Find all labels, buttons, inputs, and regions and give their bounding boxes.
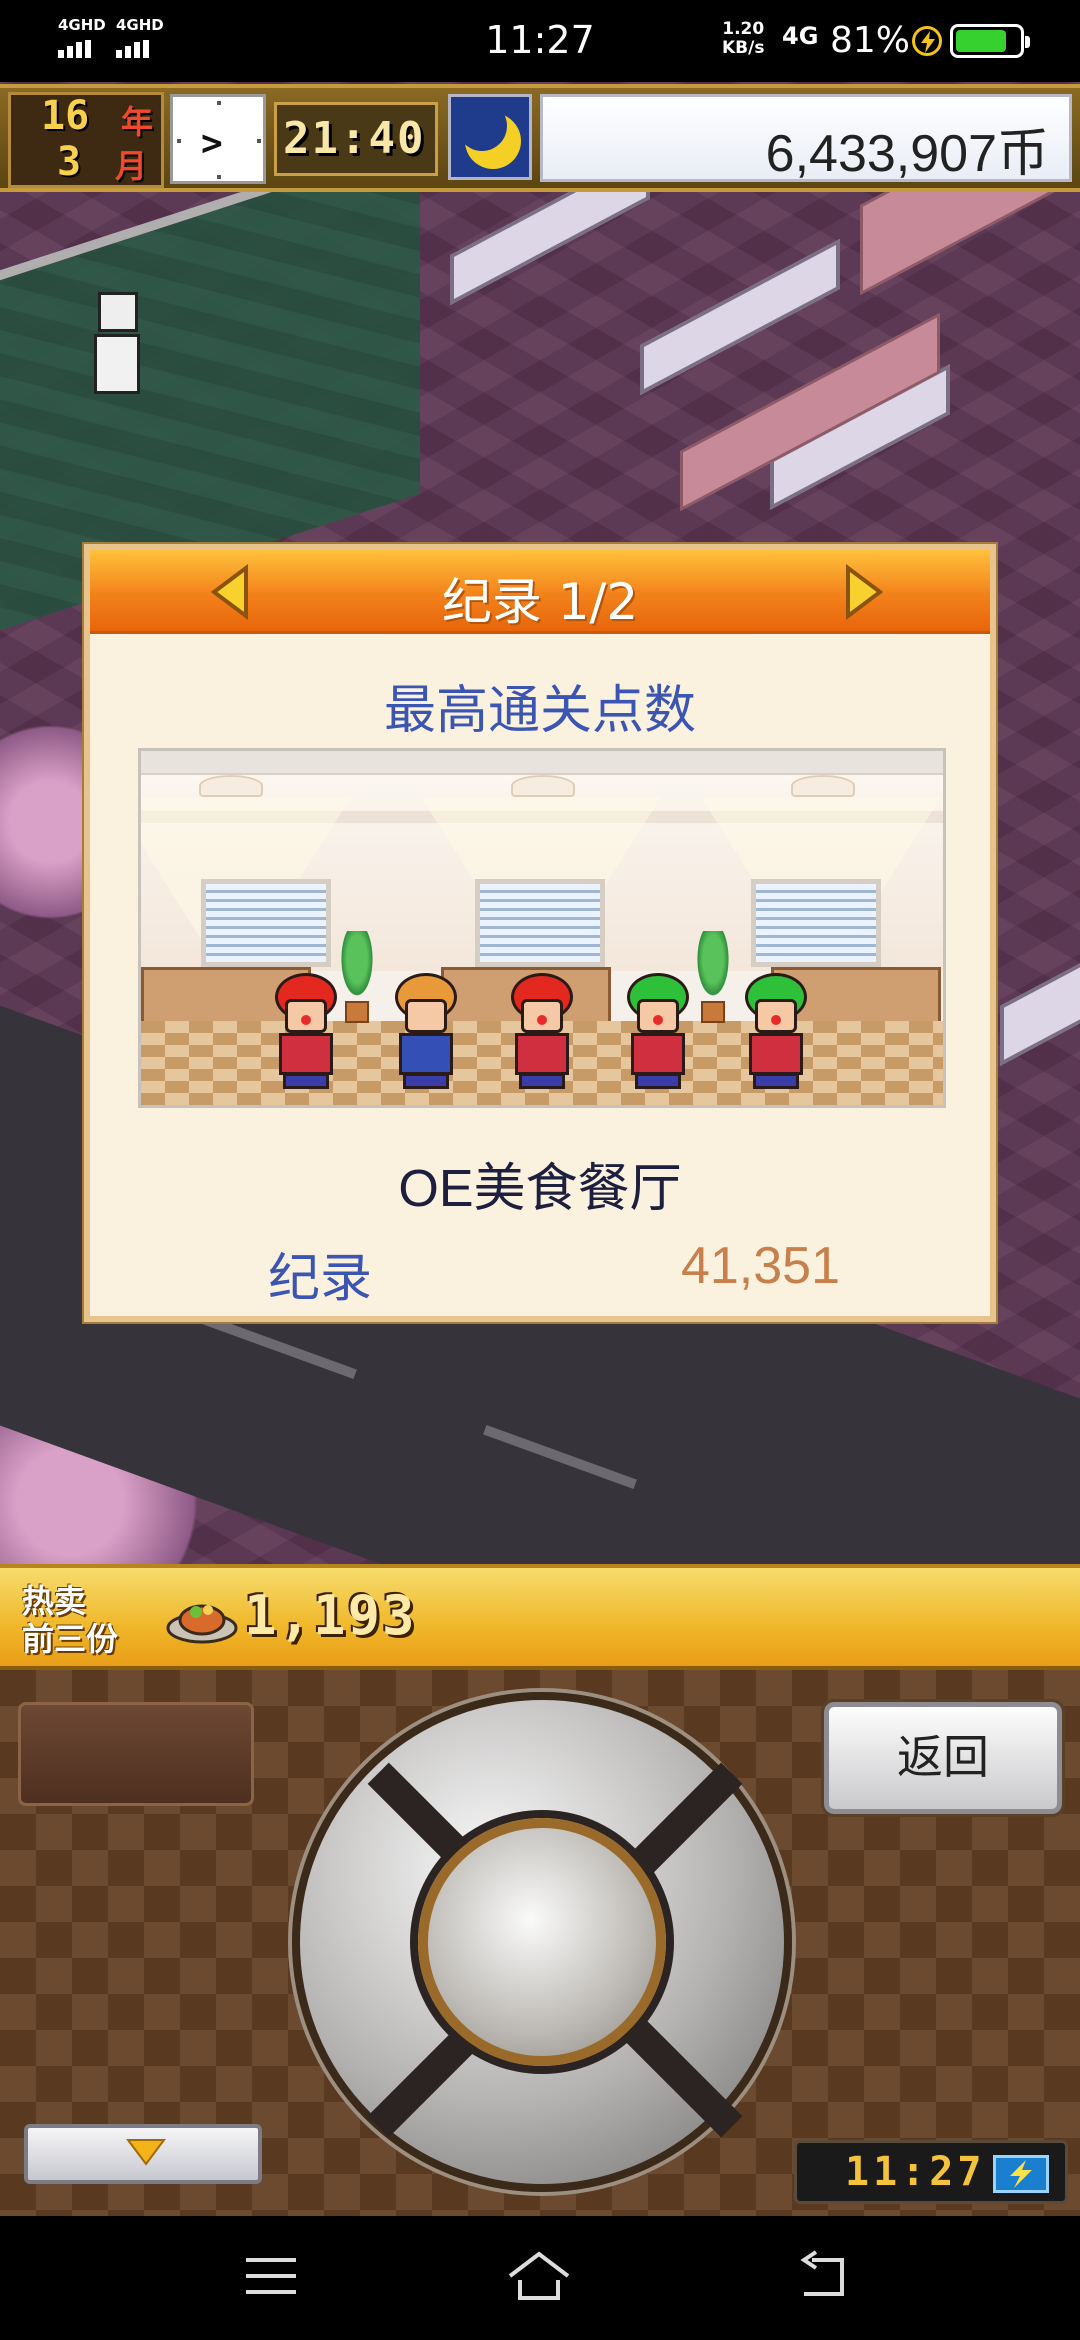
menu-lines-icon (246, 2258, 296, 2294)
charging-icon (993, 2155, 1049, 2193)
home-button[interactable] (504, 2246, 574, 2306)
money-display: 6,433,907币 (540, 94, 1072, 183)
dish-icon (166, 1586, 238, 1648)
lamp-icon (511, 775, 575, 797)
directional-pad[interactable] (292, 1692, 792, 2192)
restaurant-name: OE美食餐厅 (398, 1160, 682, 1218)
bestseller-bar[interactable]: 热卖 前三份 1,193 (0, 1564, 1080, 1670)
staff-sprite (505, 973, 579, 1091)
year-number: 16 (41, 93, 90, 139)
money-amount: 6,433,907币 (765, 125, 1049, 183)
record-label: 纪录 (268, 1249, 373, 1309)
lamp-icon (791, 775, 855, 797)
back-button[interactable]: 返回 (821, 1699, 1065, 1817)
network-speed: 1.20 KB/s (722, 20, 764, 58)
game-clock-display: 11:27 (794, 2140, 1068, 2204)
speed-unit: KB/s (722, 38, 765, 58)
staff-sprite (621, 973, 695, 1091)
bestseller-label-line1: 热卖 (22, 1582, 87, 1620)
month-unit: 月 (115, 147, 148, 185)
record-category: 最高通关点数 (383, 681, 696, 741)
window (751, 879, 881, 967)
triangle-right-icon (846, 564, 884, 620)
staff-sprite (389, 973, 463, 1091)
menu-slot-button[interactable] (18, 1702, 254, 1806)
dining-table (640, 238, 840, 396)
staff-sprite (739, 973, 813, 1091)
year-unit: 年 (121, 103, 154, 141)
chef-sprite (94, 292, 142, 402)
plant-icon (695, 931, 731, 1027)
chevron-down-icon (126, 2139, 166, 2166)
network-type: 4G (782, 22, 819, 50)
game-time-text: 21:40 (283, 113, 426, 164)
clock-icon[interactable]: > (170, 94, 266, 184)
plant-icon (339, 931, 375, 1027)
home-icon (508, 2251, 570, 2300)
record-dialog: 纪录 1/2 最高通关点数 OE美食餐厅 纪录 41,351 (82, 542, 998, 1324)
charging-icon (912, 26, 942, 56)
game-clock-time: 11:27 (845, 2149, 986, 2195)
dining-table (1000, 958, 1080, 1066)
window (201, 879, 331, 967)
clock-hand: > (201, 123, 223, 164)
moon-icon (448, 94, 532, 180)
collapse-button[interactable] (24, 2124, 262, 2184)
screen: 4GHD 4GHD 11:27 1.20 KB/s 4G 81% 16 年 3 … (0, 0, 1080, 2340)
window (475, 879, 605, 967)
status-bar: 4GHD 4GHD 11:27 1.20 KB/s 4G 81% (0, 0, 1080, 82)
bestseller-count: 1,193 (244, 1584, 417, 1647)
system-nav-bar (0, 2216, 1080, 2340)
top-hud: 16 年 3 月 > 21:40 6,433,907币 (0, 84, 1080, 192)
dialog-header: 纪录 1/2 (90, 550, 990, 634)
game-time: 21:40 (274, 102, 438, 176)
speed-value: 1.20 (722, 19, 765, 39)
record-value: 41,351 (680, 1237, 840, 1295)
bestseller-label: 热卖 前三份 (22, 1582, 118, 1658)
confirm-button[interactable] (418, 1818, 666, 2066)
controller-panel: 返回 11:27 (0, 1670, 1080, 2216)
lamp-icon (199, 775, 263, 797)
bestseller-label-line2: 前三份 (22, 1620, 119, 1658)
next-record-button[interactable] (842, 564, 886, 620)
battery-percent: 81% (830, 20, 911, 61)
restaurant-illustration (138, 748, 946, 1108)
staff-sprite (269, 973, 343, 1091)
back-nav-button[interactable] (790, 2246, 860, 2306)
battery-icon (950, 24, 1030, 58)
menu-button[interactable] (236, 2246, 306, 2306)
back-arrow-icon (800, 2250, 844, 2296)
month-number: 3 (57, 139, 82, 185)
game-date: 16 年 3 月 (8, 92, 164, 188)
